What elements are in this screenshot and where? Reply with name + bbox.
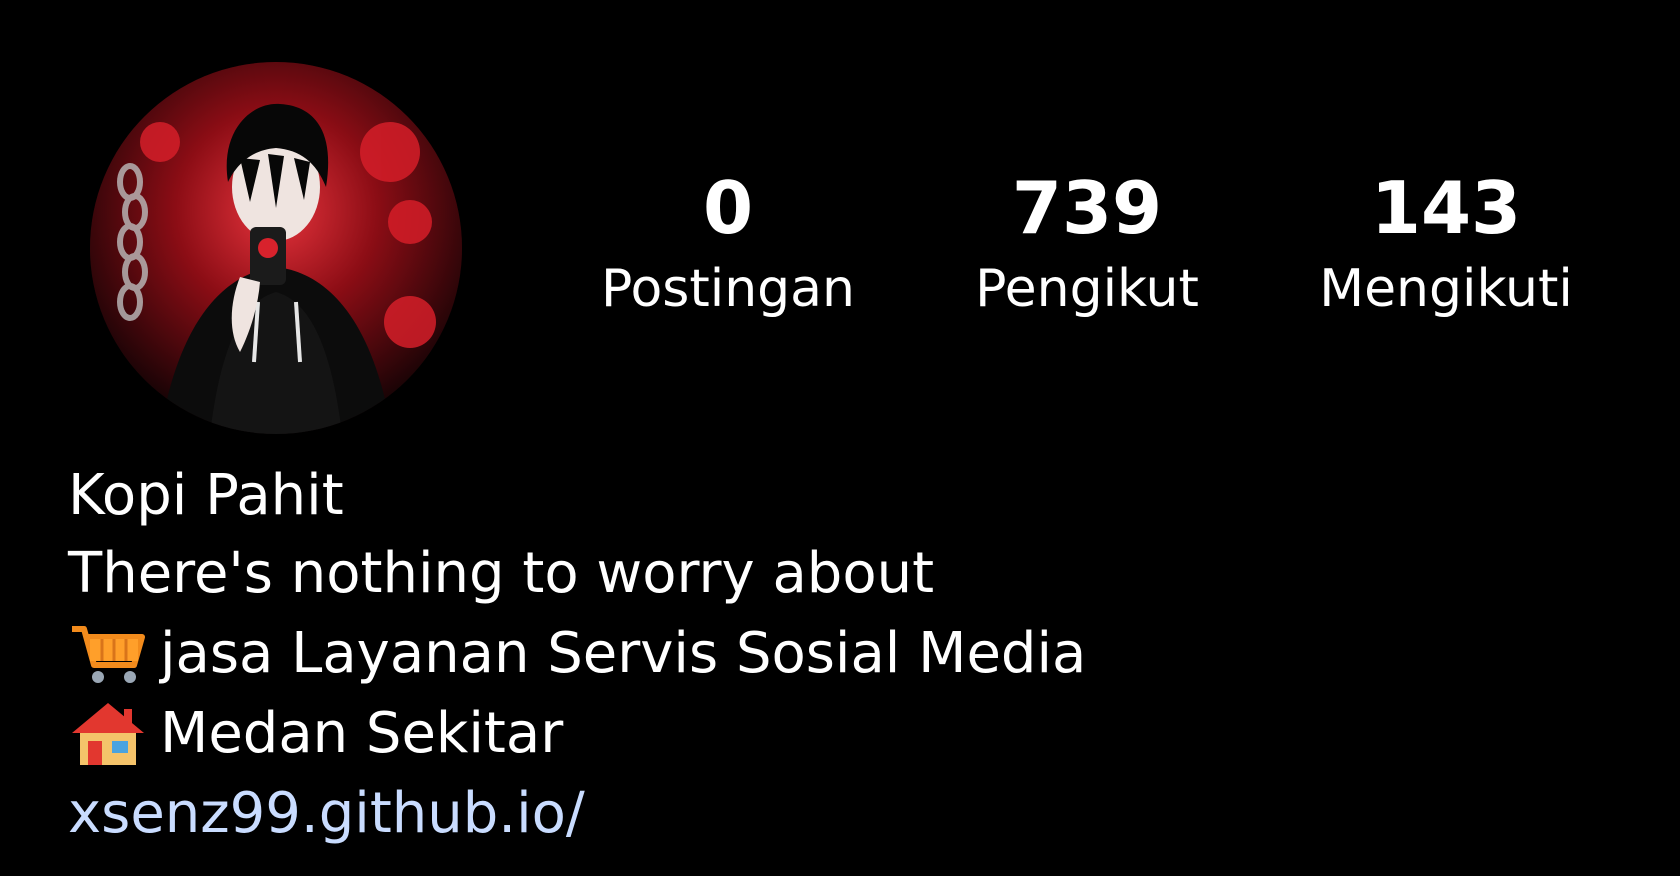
bio-location-text: Medan Sekitar — [160, 701, 564, 766]
stat-following[interactable]: 143 Mengikuti — [1296, 168, 1596, 324]
profile-name: Kopi Pahit — [68, 463, 344, 528]
bio-website-line: xsenz99.github.io/ — [68, 774, 1568, 854]
followers-count: 739 — [1011, 166, 1163, 250]
stat-posts[interactable]: 0 Postingan — [578, 168, 878, 324]
posts-label: Postingan — [600, 259, 856, 319]
bio-service-text: jasa Layanan Servis Sosial Media — [160, 621, 1087, 686]
website-link[interactable]: xsenz99.github.io/ — [68, 774, 585, 854]
bio-service-line: jasa Layanan Servis Sosial Media — [68, 614, 1568, 694]
stat-followers[interactable]: 739 Pengikut — [937, 168, 1237, 324]
following-count: 143 — [1370, 166, 1522, 250]
bio-tagline: There's nothing to worry about — [68, 541, 935, 606]
followers-label: Pengikut — [975, 259, 1199, 319]
profile-bio: Kopi Pahit There's nothing to worry abou… — [68, 458, 1568, 854]
posts-count: 0 — [702, 166, 754, 250]
shopping-cart-icon — [68, 619, 148, 689]
following-label: Mengikuti — [1319, 259, 1573, 319]
avatar-image — [90, 62, 462, 434]
bio-location-line: Medan Sekitar — [68, 694, 1568, 774]
avatar[interactable] — [90, 62, 462, 434]
profile-header: 0 Postingan 739 Pengikut 143 Mengikuti K… — [0, 0, 1680, 876]
house-icon — [68, 699, 148, 769]
